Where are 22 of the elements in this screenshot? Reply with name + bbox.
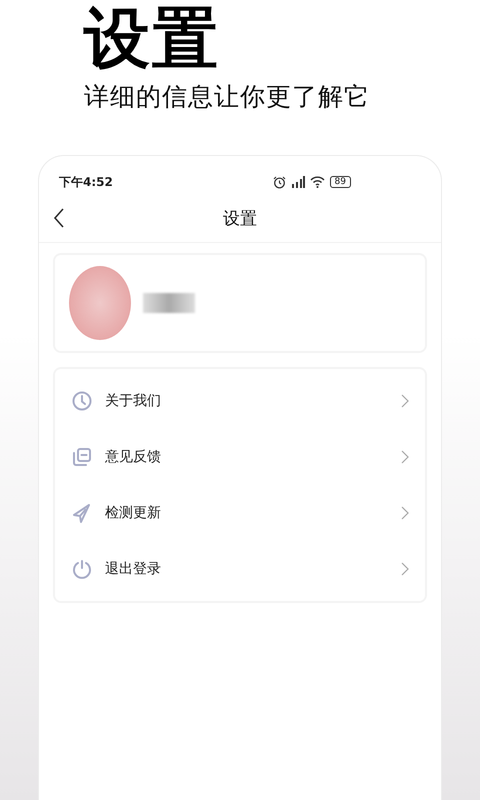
blurred-username — [143, 293, 195, 313]
stacked-squares-icon — [71, 446, 93, 468]
menu-item[interactable]: 关于我们 — [55, 373, 425, 429]
clock-icon — [71, 390, 93, 412]
headline: 设置 — [84, 0, 221, 76]
chevron-right-icon — [401, 506, 409, 520]
chevron-right-icon — [401, 394, 409, 408]
back-icon[interactable] — [53, 208, 65, 228]
battery-level: 89 — [330, 176, 351, 188]
menu-item[interactable]: 退出登录 — [55, 541, 425, 597]
chevron-right-icon — [401, 562, 409, 576]
menu-item[interactable]: 检测更新 — [55, 485, 425, 541]
paper-plane-icon — [71, 502, 93, 524]
subtitle: 详细的信息让你更了解它 — [84, 81, 371, 113]
status-time: 下午4:52 — [59, 174, 113, 190]
signal-icon — [290, 176, 305, 188]
wifi-icon — [310, 176, 325, 188]
power-icon — [71, 558, 93, 580]
alarm-clock-icon — [272, 176, 286, 188]
screen-title: 设置 — [223, 208, 257, 228]
chevron-right-icon — [401, 450, 409, 464]
menu-item[interactable]: 意见反馈 — [55, 429, 425, 485]
